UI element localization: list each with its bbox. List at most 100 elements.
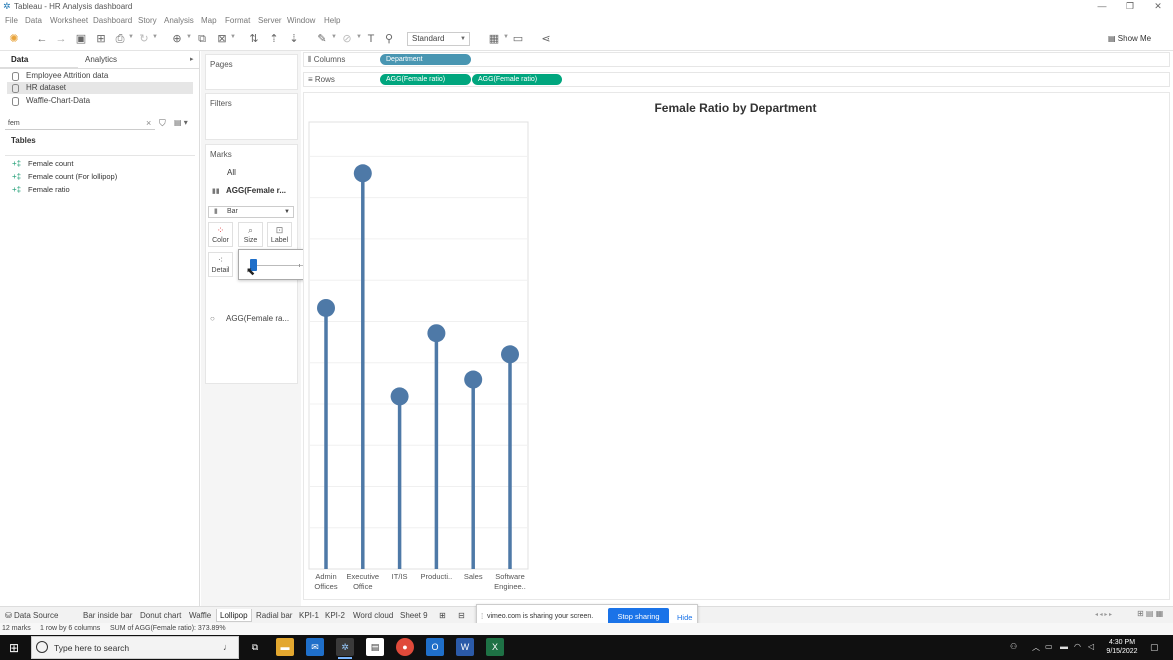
windows-start-icon[interactable]: ⊞: [9, 641, 19, 655]
share-icon[interactable]: ⋖: [539, 32, 553, 46]
marks-measure-tab[interactable]: AGG(Female r...: [226, 186, 286, 195]
size-button[interactable]: ⌕ Size: [238, 222, 263, 247]
dropdown-caret-icon[interactable]: ▼: [128, 34, 134, 40]
sheet-tab-active[interactable]: Lollipop: [216, 609, 252, 622]
dropdown-caret-icon[interactable]: ▼: [356, 34, 362, 40]
menu-window[interactable]: Window: [287, 16, 315, 25]
clear-sheet-icon[interactable]: ⊠: [215, 32, 229, 46]
dropdown-caret-icon[interactable]: ▼: [331, 34, 337, 40]
sheet-tab[interactable]: Radial bar: [253, 609, 295, 622]
fit-select[interactable]: Standard ▼: [407, 32, 470, 46]
battery-icon[interactable]: ▬: [1060, 642, 1068, 651]
excel-icon[interactable]: X: [486, 638, 504, 656]
sheet-tab[interactable]: Donut chart: [137, 609, 184, 622]
network-icon[interactable]: ▭: [1045, 642, 1053, 651]
outlook-icon[interactable]: O: [426, 638, 444, 656]
datasource-item[interactable]: Employee Attrition data: [12, 70, 193, 82]
menu-file[interactable]: File: [5, 16, 18, 25]
menu-story[interactable]: Story: [138, 16, 157, 25]
restore-button[interactable]: ❐: [1116, 0, 1144, 14]
new-worksheet-icon[interactable]: ⊕: [170, 32, 184, 46]
volume-icon[interactable]: ◁: [1088, 642, 1094, 651]
marks-measure-tab-2[interactable]: AGG(Female ra...: [226, 314, 289, 323]
menu-server[interactable]: Server: [258, 16, 282, 25]
menu-worksheet[interactable]: Worksheet: [50, 16, 88, 25]
rows-shelf[interactable]: ≡ Rows AGG(Female ratio) AGG(Female rati…: [303, 72, 1170, 87]
menu-analysis[interactable]: Analysis: [164, 16, 194, 25]
tab-data[interactable]: Data: [11, 53, 28, 67]
mail-icon[interactable]: ✉: [306, 638, 324, 656]
sheet-view-icon[interactable]: ⊞ ▤ ▦: [1137, 609, 1163, 618]
taskbar-clock[interactable]: 4:30 PM 9/15/2022: [1102, 638, 1142, 656]
detail-button[interactable]: ⁖ Detail: [208, 252, 233, 277]
department-pill[interactable]: Department: [380, 54, 471, 65]
redo-icon[interactable]: →: [54, 32, 68, 46]
sheet-tab[interactable]: Waffle: [186, 609, 214, 622]
notification-icon[interactable]: ▢: [1150, 642, 1159, 653]
row-pill-2[interactable]: AGG(Female ratio): [472, 74, 562, 85]
notepad-icon[interactable]: ▤: [366, 638, 384, 656]
sheet-tab[interactable]: Word cloud: [350, 609, 396, 622]
sheet-nav-icon[interactable]: ◂ ◂ ▸ ▸: [1095, 611, 1112, 618]
new-datasource-icon[interactable]: ⊞: [94, 32, 108, 46]
chrome-icon[interactable]: ●: [396, 638, 414, 656]
pages-card[interactable]: Pages: [205, 54, 298, 90]
collapse-pane-icon[interactable]: ▸: [190, 55, 194, 63]
columns-shelf[interactable]: ⦀ Columns Department: [303, 52, 1170, 67]
menu-dashboard[interactable]: Dashboard: [93, 16, 132, 25]
undo-icon[interactable]: ←: [35, 32, 49, 46]
field-search-input[interactable]: fem: [5, 118, 155, 130]
lollipop-head[interactable]: [390, 387, 409, 406]
word-icon[interactable]: W: [456, 638, 474, 656]
datasource-item-selected[interactable]: HR dataset: [7, 82, 193, 94]
row-pill-1[interactable]: AGG(Female ratio): [380, 74, 471, 85]
lollipop-head[interactable]: [501, 345, 519, 364]
menu-data[interactable]: Data: [25, 16, 42, 25]
clear-search-icon[interactable]: ×: [146, 118, 151, 128]
menu-format[interactable]: Format: [225, 16, 250, 25]
new-dashboard-tab-icon[interactable]: ⊟: [455, 609, 468, 622]
sort-asc-icon[interactable]: ⇡: [267, 32, 281, 46]
lollipop-head[interactable]: [317, 298, 335, 317]
close-button[interactable]: ✕: [1144, 0, 1172, 14]
task-view-icon[interactable]: ⧉: [246, 638, 264, 656]
pin-icon[interactable]: ⚲: [382, 32, 396, 46]
wifi-icon[interactable]: ◠: [1074, 642, 1081, 651]
refresh-icon[interactable]: ↻: [137, 32, 151, 46]
filters-card[interactable]: Filters: [205, 93, 298, 140]
highlight-icon[interactable]: ✎: [315, 32, 329, 46]
sort-desc-icon[interactable]: ⇣: [287, 32, 301, 46]
marks-all-tab[interactable]: All: [227, 168, 236, 177]
minimize-button[interactable]: —: [1088, 0, 1116, 14]
tab-analytics[interactable]: Analytics: [85, 53, 117, 67]
presentation-icon[interactable]: ▭: [511, 32, 525, 46]
dropdown-caret-icon[interactable]: ▼: [152, 34, 158, 40]
menu-map[interactable]: Map: [201, 16, 217, 25]
lollipop-head[interactable]: [353, 164, 372, 183]
lollipop-head[interactable]: [464, 370, 483, 389]
mark-type-select[interactable]: ▮ Bar ▼: [208, 206, 294, 218]
tray-chevron-icon[interactable]: ︿: [1032, 642, 1040, 653]
show-me-button[interactable]: ▤ Show Me: [1108, 32, 1151, 46]
sheet-tab[interactable]: KPI-1: [296, 609, 322, 622]
save-icon[interactable]: ▣: [74, 32, 88, 46]
hide-button[interactable]: Hide: [677, 613, 692, 622]
people-icon[interactable]: ⚇: [1010, 642, 1017, 651]
card-toggle-icon[interactable]: ▦: [487, 32, 501, 46]
taskbar-search[interactable]: Type here to search ♩: [31, 636, 239, 659]
menu-help[interactable]: Help: [324, 16, 340, 25]
lollipop-head[interactable]: [427, 324, 446, 343]
sheet-tab[interactable]: Bar inside bar: [80, 609, 135, 622]
microphone-icon[interactable]: ♩: [223, 642, 232, 652]
label-button[interactable]: ⊡ Label: [267, 222, 292, 247]
sheet-tab[interactable]: KPI-2: [322, 609, 348, 622]
new-worksheet-tab-icon[interactable]: ⊞: [436, 609, 449, 622]
dropdown-caret-icon[interactable]: ▼: [186, 34, 192, 40]
dropdown-caret-icon[interactable]: ▼: [503, 34, 509, 40]
color-button[interactable]: ⁘ Color: [208, 222, 233, 247]
swap-icon[interactable]: ⇅: [247, 32, 261, 46]
datasource-item[interactable]: Waffle-Chart-Data: [12, 95, 193, 107]
tableau-home-icon[interactable]: ✺: [7, 32, 21, 46]
drag-handle-icon[interactable]: ⁞: [481, 612, 483, 621]
duplicate-sheet-icon[interactable]: ⧉: [195, 32, 209, 46]
